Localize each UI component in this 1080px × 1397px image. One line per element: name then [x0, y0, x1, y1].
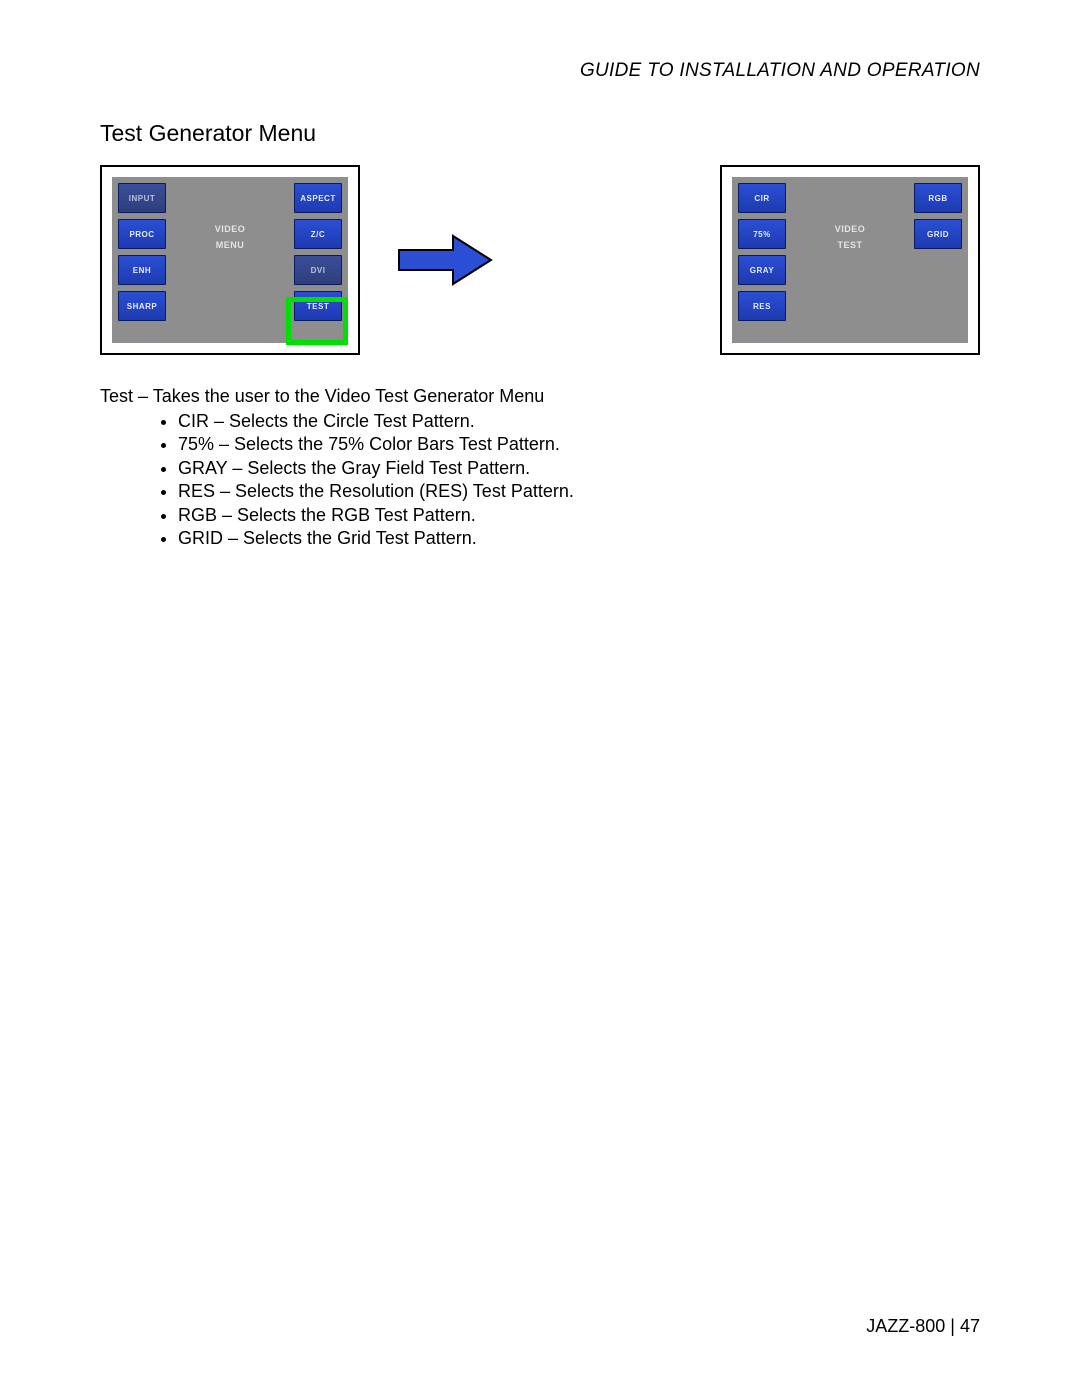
aspect-button[interactable]: ASPECT	[294, 183, 342, 213]
res-button[interactable]: RES	[738, 291, 786, 321]
video-menu-screen: INPUT PROC ENH SHARP ASPECT Z/C DVI TEST…	[112, 177, 348, 343]
rgb-button[interactable]: RGB	[914, 183, 962, 213]
footer-page: 47	[960, 1316, 980, 1336]
footer-model: JAZZ-800	[866, 1316, 945, 1336]
video-menu-screenshot: INPUT PROC ENH SHARP ASPECT Z/C DVI TEST…	[100, 165, 360, 355]
list-item: RES – Selects the Resolution (RES) Test …	[178, 480, 980, 503]
video-test-screen: CIR 75% GRAY RES RGB GRID VIDEO TEST	[732, 177, 968, 343]
body-text: Test – Takes the user to the Video Test …	[100, 385, 980, 550]
menu-center-label: VIDEO MENU	[112, 221, 348, 253]
section-title: Test Generator Menu	[100, 120, 980, 147]
list-item: CIR – Selects the Circle Test Pattern.	[178, 410, 980, 433]
center-label-bottom: TEST	[837, 240, 862, 250]
dvi-button[interactable]: DVI	[294, 255, 342, 285]
sharp-button[interactable]: SHARP	[118, 291, 166, 321]
arrow-icon	[390, 232, 500, 288]
center-label-bottom: MENU	[216, 240, 245, 250]
list-item: GRID – Selects the Grid Test Pattern.	[178, 527, 980, 550]
footer-sep: |	[945, 1316, 960, 1336]
gray-button[interactable]: GRAY	[738, 255, 786, 285]
list-item: 75% – Selects the 75% Color Bars Test Pa…	[178, 433, 980, 456]
test-center-label: VIDEO TEST	[732, 221, 968, 253]
list-item: GRAY – Selects the Gray Field Test Patte…	[178, 457, 980, 480]
test-button[interactable]: TEST	[294, 291, 342, 321]
page-footer: JAZZ-800 | 47	[866, 1316, 980, 1337]
video-test-screenshot: CIR 75% GRAY RES RGB GRID VIDEO TEST	[720, 165, 980, 355]
page-header: GUIDE TO INSTALLATION AND OPERATION	[100, 60, 980, 82]
bullet-list: CIR – Selects the Circle Test Pattern. 7…	[100, 410, 980, 550]
center-label-top: VIDEO	[215, 224, 246, 234]
figure-row: INPUT PROC ENH SHARP ASPECT Z/C DVI TEST…	[100, 165, 980, 355]
cir-button[interactable]: CIR	[738, 183, 786, 213]
enh-button[interactable]: ENH	[118, 255, 166, 285]
center-label-top: VIDEO	[835, 224, 866, 234]
intro-line: Test – Takes the user to the Video Test …	[100, 385, 980, 408]
list-item: RGB – Selects the RGB Test Pattern.	[178, 504, 980, 527]
input-button[interactable]: INPUT	[118, 183, 166, 213]
